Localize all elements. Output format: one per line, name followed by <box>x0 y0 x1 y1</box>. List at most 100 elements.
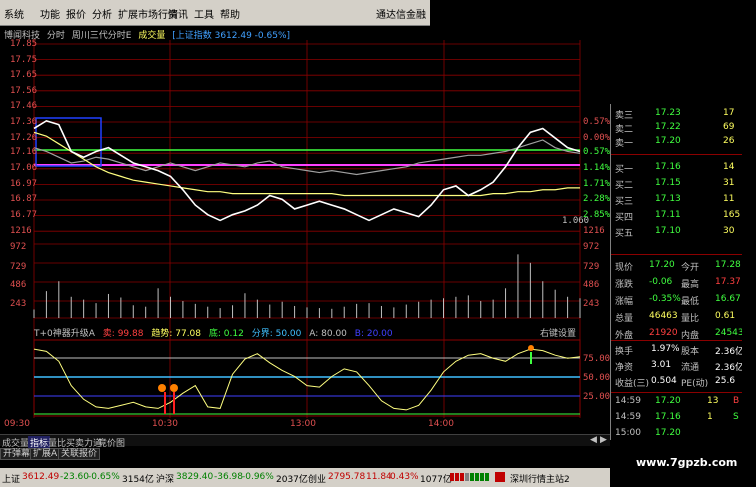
tab-related-quote[interactable]: 关联报价 <box>58 448 101 460</box>
price-tick: 17.56 <box>10 86 38 96</box>
fund-row[interactable]: 收益(三) 0.504 PE(动) 25.6 <box>611 376 743 389</box>
bid-volume: 14 <box>723 162 735 172</box>
stat-label: 今开 <box>681 263 700 273</box>
fund-row[interactable]: 换手 1.97% 股本 2.36亿 <box>611 344 745 357</box>
ask-price: 17.22 <box>655 122 681 132</box>
connection-icon <box>494 471 506 486</box>
fund-label: 净资 <box>615 363 634 373</box>
bid-price: 17.10 <box>655 226 681 236</box>
stat-row[interactable]: 现价 17.20 今开 17.28 <box>611 260 743 273</box>
pct-tick: 0.57% <box>583 117 611 127</box>
scroll-right-icon[interactable]: ▶ <box>600 435 607 445</box>
bid-row[interactable]: 买一 17.16 14 <box>611 162 743 175</box>
ask-row[interactable]: 卖二 17.22 69 <box>611 122 743 135</box>
pct-tick: 2.85% <box>583 210 611 220</box>
cy-index-label[interactable]: 创业 <box>308 472 326 485</box>
ask-label: 卖三 <box>615 111 634 121</box>
bid-label: 买三 <box>615 197 634 207</box>
cy-index-amount: 1077亿 <box>420 475 452 485</box>
price-tick: 17.06 <box>10 163 38 173</box>
bid-label: 买二 <box>615 181 634 191</box>
sh-index-label[interactable]: 上证 <box>2 472 20 485</box>
bid-volume: 30 <box>723 226 735 236</box>
stat-label: 量比 <box>681 314 700 324</box>
stat-value: 16.67 <box>715 294 741 304</box>
ask-price: 17.20 <box>655 136 681 146</box>
stat-value: 0.61 <box>715 311 736 321</box>
volume-tick-right: 729 <box>583 262 600 272</box>
chart-grid <box>33 40 581 418</box>
stat-row[interactable]: 总量 46463 量比 0.61 <box>611 311 743 324</box>
fund-value: 2.36亿 <box>715 347 745 357</box>
time-tick: 09:30 <box>4 419 30 429</box>
hs-index-value: 3829.40 <box>176 472 214 482</box>
tick-side: B <box>733 396 740 406</box>
indicator-bottom: 底: 0.12 <box>208 329 244 339</box>
fund-label: 换手 <box>615 347 634 357</box>
tab-extension-a[interactable]: 扩展A <box>30 448 61 460</box>
up-down-ratio-icon <box>450 471 490 486</box>
fund-value: 2.36亿 <box>715 363 745 373</box>
right-scroll-strip[interactable] <box>742 0 756 487</box>
stat-label: 最高 <box>681 280 700 290</box>
chart-markers <box>158 345 534 414</box>
ask-row[interactable]: 卖一 17.20 26 <box>611 136 743 149</box>
bid-volume: 165 <box>723 210 741 220</box>
tick-row[interactable]: 14:59 17.16 1 S <box>611 412 743 424</box>
indicator-name[interactable]: T+0神器升级A <box>34 329 95 339</box>
hs-index-amount: 2037亿 <box>276 475 308 485</box>
volume-tick-right: 486 <box>583 280 600 290</box>
ask-row[interactable]: 卖三 17.23 17 <box>611 108 743 121</box>
indicator-header: T+0神器升级A 卖: 99.88 趋势: 77.08 底: 0.12 分界: … <box>34 326 398 339</box>
hs-index-label[interactable]: 沪深 <box>156 472 174 485</box>
stat-row[interactable]: 涨幅 -0.35% 最低 16.67 <box>611 294 743 307</box>
hs-index-change: -36.98 <box>214 472 244 482</box>
price-tick: 17.75 <box>10 55 38 65</box>
time-tick: 10:30 <box>152 419 178 429</box>
bid-price: 17.13 <box>655 194 681 204</box>
stat-label: 总量 <box>615 314 634 324</box>
fund-value: 3.01 <box>651 360 672 370</box>
tick-time: 14:59 <box>615 412 641 422</box>
pct-tick: 1.71% <box>583 179 611 189</box>
bid-row[interactable]: 买五 17.10 30 <box>611 226 743 239</box>
indicator-settings[interactable]: 右键设置 <box>540 326 576 339</box>
bid-row[interactable]: 买三 17.13 11 <box>611 194 743 207</box>
tick-price: 17.20 <box>655 428 681 438</box>
buy-signal-marker <box>170 384 178 392</box>
scroll-left-icon[interactable]: ◀ <box>590 435 597 445</box>
indicator-divide: 分界: 50.00 <box>251 329 302 339</box>
stat-value: -0.35% <box>649 294 681 304</box>
tick-row[interactable]: 15:00 17.20 <box>611 428 743 440</box>
price-tick: 17.16 <box>10 147 38 157</box>
tick-price: 17.16 <box>655 412 681 422</box>
bid-row[interactable]: 买四 17.11 165 <box>611 210 743 223</box>
stat-value: 21920 <box>649 328 678 338</box>
fund-value: 25.6 <box>715 376 736 386</box>
bid-row[interactable]: 买二 17.15 31 <box>611 178 743 191</box>
tab-danmaku[interactable]: 开弹幕 <box>0 448 34 460</box>
price-tick: 17.26 <box>10 133 38 143</box>
fund-value: 0.504 <box>651 376 677 386</box>
pct-tick: 2.28% <box>583 194 611 204</box>
market-index-bar: 上证 3612.49 -23.60 -0.65% 3154亿 沪深 3829.4… <box>0 468 610 487</box>
bid-volume: 31 <box>723 178 735 188</box>
indicator-tick: 50.00 <box>583 373 611 383</box>
indicator-trend: 趋势: 77.08 <box>151 329 202 339</box>
server-name[interactable]: 深圳行情主站2 <box>510 472 570 485</box>
stat-row[interactable]: 外盘 21920 内盘 24543 <box>611 328 744 341</box>
cy-index-value: 2795.78 <box>328 472 366 482</box>
stat-value: 17.28 <box>715 260 741 270</box>
indicator-tick: 75.00 <box>583 354 611 364</box>
pct-tick: 1.14% <box>583 163 611 173</box>
indicator-a: A: 80.00 <box>309 329 347 339</box>
ask-volume: 69 <box>723 122 735 132</box>
bid-label: 买五 <box>615 229 634 239</box>
fund-label: 收益(三) <box>615 379 650 389</box>
stat-row[interactable]: 涨跌 -0.06 最高 17.37 <box>611 277 743 290</box>
fund-row[interactable]: 净资 3.01 流通 2.36亿 <box>611 360 745 373</box>
pct-tick: 0.57% <box>583 147 611 157</box>
stat-value: 24543 <box>715 328 744 338</box>
stat-label: 现价 <box>615 263 634 273</box>
tick-row[interactable]: 14:59 17.20 13 B <box>611 396 743 408</box>
